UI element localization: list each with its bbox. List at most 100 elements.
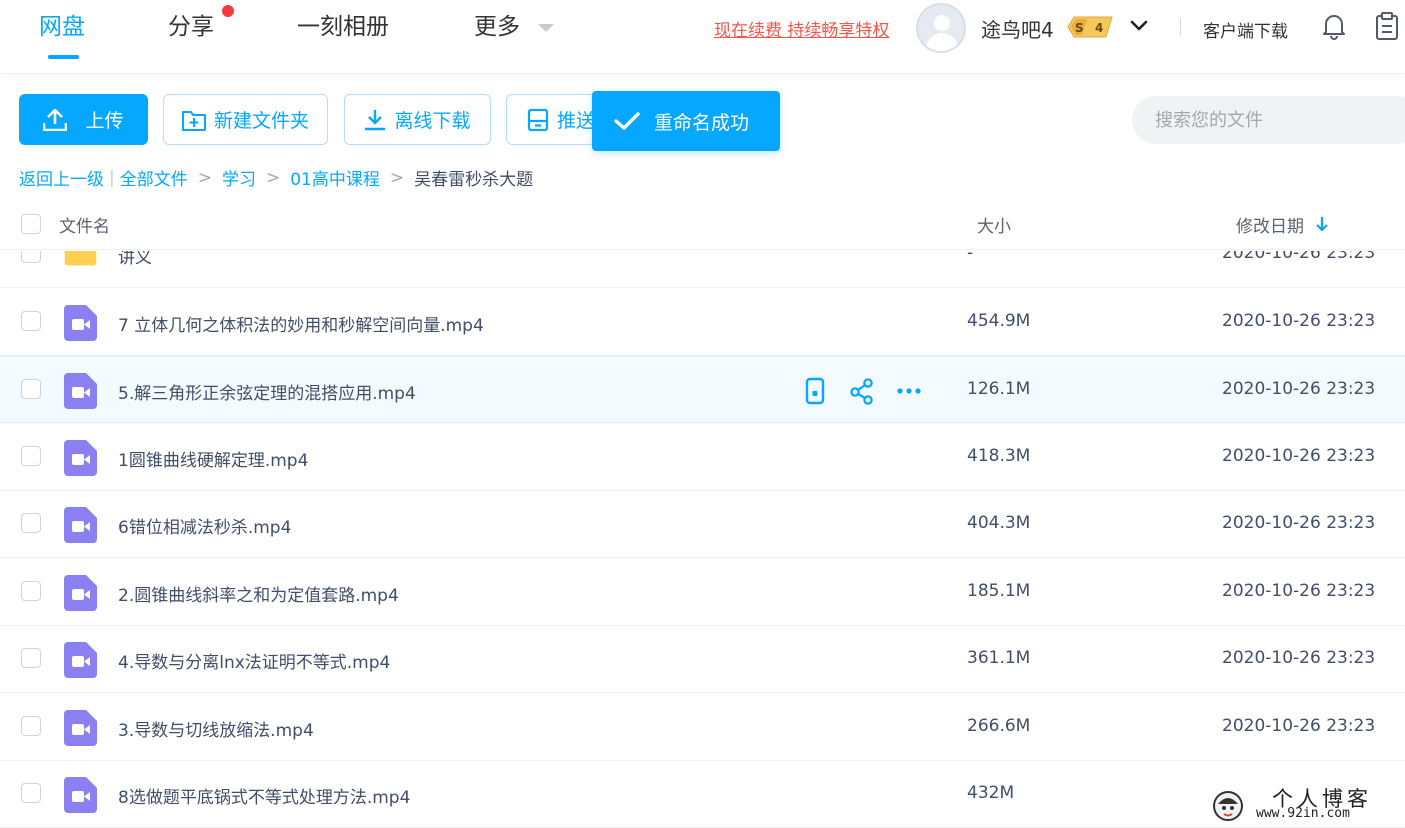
- nav-tab-netdisk[interactable]: 网盘: [39, 12, 85, 42]
- table-row[interactable]: 6错位相减法秒杀.mp4 404.3M 2020-10-26 23:23: [0, 491, 1405, 558]
- breadcrumb-current: 吴春雷秒杀大题: [414, 170, 534, 190]
- table-row[interactable]: 4.导数与分离lnx法证明不等式.mp4 361.1M 2020-10-26 2…: [0, 626, 1405, 693]
- row-checkbox[interactable]: [21, 783, 41, 803]
- row-checkbox[interactable]: [21, 648, 41, 668]
- row-checkbox[interactable]: [21, 446, 41, 466]
- bell-icon[interactable]: [1321, 12, 1347, 40]
- vip-level: 4: [1095, 21, 1103, 35]
- divider: [1180, 18, 1181, 36]
- share-icon[interactable]: [849, 377, 875, 405]
- column-header-date[interactable]: 修改日期: [1236, 212, 1304, 237]
- username[interactable]: 途鸟吧4: [981, 14, 1054, 43]
- nav-tab-share[interactable]: 分享: [168, 12, 214, 42]
- vip-badge-icon: S 4: [1067, 16, 1113, 38]
- renew-membership-link[interactable]: 现在续费 持续畅享特权: [714, 16, 889, 41]
- folder-icon: [64, 251, 97, 266]
- file-date: 2020-10-26 23:23: [1222, 513, 1376, 533]
- breadcrumb-back[interactable]: 返回上一级: [19, 165, 104, 190]
- send-to-phone-icon[interactable]: [802, 377, 828, 405]
- video-file-icon: [64, 440, 97, 476]
- file-size: 185.1M: [967, 581, 1031, 601]
- breadcrumb-item-highschool[interactable]: 01高中课程: [290, 165, 380, 190]
- breadcrumb: 返回上一级 | 全部文件 > 学习 > 01高中课程 > 吴春雷秒杀大题: [19, 165, 534, 191]
- caret-down-icon[interactable]: [538, 24, 554, 32]
- file-name[interactable]: 2.圆锥曲线斜率之和为定值套路.mp4: [118, 581, 399, 606]
- more-options-icon[interactable]: [896, 377, 922, 405]
- file-name[interactable]: 5.解三角形正余弦定理的混搭应用.mp4: [118, 379, 416, 404]
- file-size: 418.3M: [967, 446, 1031, 466]
- breadcrumb-separator: >: [265, 167, 281, 188]
- table-row[interactable]: 讲义 - 2020-10-26 23:23: [0, 251, 1405, 288]
- client-download-link[interactable]: 客户端下载: [1203, 17, 1288, 42]
- sort-descending-icon[interactable]: [1315, 215, 1329, 233]
- file-list: 讲义 - 2020-10-26 23:23 7 立体几何之体积法的妙用和秒解空间…: [0, 251, 1405, 828]
- video-file-icon: [64, 710, 97, 746]
- video-file-icon: [64, 575, 97, 611]
- breadcrumb-item-all-files[interactable]: 全部文件: [120, 165, 188, 190]
- file-name[interactable]: 3.导数与切线放缩法.mp4: [118, 716, 314, 741]
- push-label: 推送: [557, 110, 596, 132]
- file-name[interactable]: 讲义: [118, 251, 152, 268]
- file-date: 2020-10-26 23:23: [1222, 379, 1376, 399]
- clipboard-icon[interactable]: [1374, 11, 1400, 41]
- nav-tab-album[interactable]: 一刻相册: [297, 12, 389, 42]
- file-name[interactable]: 1圆锥曲线硬解定理.mp4: [118, 446, 308, 471]
- upload-icon: [43, 108, 68, 131]
- file-name[interactable]: 6错位相减法秒杀.mp4: [118, 513, 291, 538]
- folder-plus-icon: [181, 110, 206, 131]
- row-checkbox[interactable]: [21, 311, 41, 331]
- row-checkbox[interactable]: [21, 716, 41, 736]
- offline-download-button[interactable]: 离线下载: [344, 94, 491, 145]
- table-row[interactable]: 1圆锥曲线硬解定理.mp4 418.3M 2020-10-26 23:23: [0, 424, 1405, 491]
- notification-dot: [222, 5, 234, 17]
- table-row[interactable]: 2.圆锥曲线斜率之和为定值套路.mp4 185.1M 2020-10-26 23…: [0, 559, 1405, 626]
- row-checkbox[interactable]: [21, 581, 41, 601]
- toast-message: 重命名成功: [654, 111, 750, 134]
- download-icon: [365, 109, 386, 130]
- file-date: 2020-10-26 23:23: [1222, 446, 1376, 466]
- video-file-icon: [64, 305, 97, 341]
- file-name[interactable]: 8选做题平底锅式不等式处理方法.mp4: [118, 783, 410, 808]
- select-all-checkbox[interactable]: [21, 214, 41, 234]
- file-size: 266.6M: [967, 716, 1031, 736]
- vip-letter: S: [1075, 21, 1084, 35]
- search-input[interactable]: [1132, 96, 1405, 144]
- table-row[interactable]: 5.解三角形正余弦定理的混搭应用.mp4 126.1M 2020-10-26 2…: [0, 356, 1405, 423]
- breadcrumb-item-study[interactable]: 学习: [222, 165, 256, 190]
- rename-success-toast: 重命名成功: [592, 91, 780, 151]
- chevron-down-icon[interactable]: [1128, 15, 1150, 37]
- column-header-name[interactable]: 文件名: [59, 212, 110, 237]
- breadcrumb-pipe: |: [109, 167, 115, 188]
- table-row[interactable]: 3.导数与切线放缩法.mp4 266.6M 2020-10-26 23:23: [0, 694, 1405, 761]
- file-date: 2020-10-26 23:23: [1222, 581, 1376, 601]
- watermark-logo-icon: [1213, 791, 1243, 821]
- file-size: 454.9M: [967, 311, 1031, 331]
- file-size: 126.1M: [967, 379, 1031, 399]
- video-file-icon: [64, 777, 97, 813]
- check-icon: [614, 112, 640, 130]
- new-folder-button[interactable]: 新建文件夹: [163, 94, 328, 145]
- video-file-icon: [64, 373, 97, 409]
- file-name[interactable]: 4.导数与分离lnx法证明不等式.mp4: [118, 648, 390, 673]
- file-date: 2020-10-26 23:23: [1222, 716, 1376, 736]
- table-row[interactable]: 7 立体几何之体积法的妙用和秒解空间向量.mp4 454.9M 2020-10-…: [0, 289, 1405, 356]
- nav-active-indicator: [48, 55, 79, 59]
- file-name[interactable]: 7 立体几何之体积法的妙用和秒解空间向量.mp4: [118, 311, 484, 336]
- nav-tab-more[interactable]: 更多: [474, 12, 520, 42]
- file-date: 2020-10-26 23:23: [1222, 251, 1376, 263]
- device-icon: [527, 108, 549, 131]
- file-size: 432M: [967, 783, 1015, 803]
- row-checkbox[interactable]: [21, 251, 41, 263]
- upload-label: 上传: [85, 110, 124, 132]
- row-action-group: [802, 377, 932, 405]
- column-header-size[interactable]: 大小: [977, 212, 1011, 237]
- row-checkbox[interactable]: [21, 513, 41, 533]
- upload-button[interactable]: 上传: [19, 94, 148, 145]
- offline-download-label: 离线下载: [394, 110, 471, 132]
- avatar[interactable]: [916, 3, 966, 53]
- file-size: 404.3M: [967, 513, 1031, 533]
- table-row[interactable]: 8选做题平底锅式不等式处理方法.mp4 432M: [0, 761, 1405, 828]
- row-checkbox[interactable]: [21, 379, 41, 399]
- file-table-header: 文件名 大小 修改日期: [0, 200, 1405, 250]
- file-date: 2020-10-26 23:23: [1222, 648, 1376, 668]
